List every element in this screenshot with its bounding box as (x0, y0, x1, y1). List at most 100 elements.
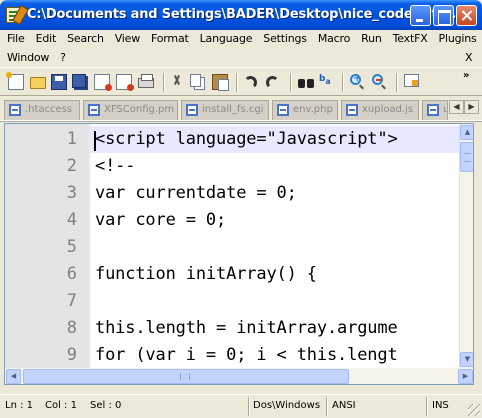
menu-file[interactable]: File (0, 30, 29, 48)
new-file-icon[interactable] (6, 72, 24, 90)
line-number: 4 (66, 210, 77, 230)
menu-search[interactable]: Search (60, 30, 108, 48)
close-file-icon[interactable] (94, 74, 112, 91)
status-bar: Ln : 1 Col : 1 Sel : 0 Dos\Windows ANSI … (0, 394, 482, 418)
tab-label: env.php (293, 104, 333, 115)
status-eol-format: Dos\Windows (253, 400, 321, 411)
code-line[interactable]: 8 this.length = initArray.argume (5, 315, 459, 342)
sync-view-icon[interactable] (404, 74, 419, 87)
line-number: 6 (66, 264, 77, 284)
horizontal-scrollbar[interactable]: ◀ ▶ (4, 368, 474, 385)
close-button[interactable] (456, 5, 477, 26)
tab-env-php[interactable]: env.php (272, 100, 338, 120)
menu-run[interactable]: Run (354, 30, 386, 48)
zoom-out-icon[interactable] (372, 74, 383, 85)
status-column: Col : 1 (45, 400, 77, 411)
toolbar: ba (0, 67, 482, 96)
code-line[interactable]: 9 for (var i = 0; i < this.lengt (5, 342, 459, 368)
tab-install-fs[interactable]: install_fs.cgi (181, 100, 269, 120)
vertical-scrollbar[interactable]: ▲ ▼ (459, 124, 473, 368)
document-tab-bar: .htaccess XFSConfig.pm install_fs.cgi en… (0, 97, 482, 122)
tab-htaccess[interactable]: .htaccess (4, 100, 80, 120)
line-number: 9 (66, 345, 77, 365)
code-line[interactable]: 4 var core = 0; (5, 207, 459, 234)
menu-window[interactable]: Window (0, 49, 53, 67)
code-line[interactable]: 2 <!-- (5, 153, 459, 180)
scroll-up-button[interactable]: ▲ (460, 125, 473, 140)
status-encoding: ANSI (332, 400, 356, 411)
open-folder-icon[interactable] (30, 77, 46, 89)
menu-textfx[interactable]: TextFX (386, 30, 432, 48)
menu-language[interactable]: Language (193, 30, 257, 48)
status-line: Ln : 1 (5, 400, 33, 411)
title-bar[interactable]: C:\Documents and Settings\BADER\Desktop\… (0, 0, 482, 30)
code-text[interactable]: <script language="Javascript"> (95, 129, 398, 149)
horizontal-scroll-thumb[interactable] (23, 369, 349, 384)
redo-icon[interactable] (266, 76, 279, 89)
line-number: 8 (66, 318, 77, 338)
code-line-current[interactable]: 1 <script language="Javascript"> (5, 126, 459, 153)
tab-scroll-right-button[interactable]: ▶ (464, 100, 479, 114)
find-icon[interactable] (298, 74, 314, 90)
file-tab-icon (346, 104, 358, 116)
toolbar-separator (290, 73, 292, 92)
code-text[interactable]: this.length = initArray.argume (95, 318, 398, 338)
tab-label: install_fs.cgi (202, 104, 264, 115)
code-line[interactable]: 3 var currentdate = 0; (5, 180, 459, 207)
line-number: 5 (66, 237, 77, 257)
code-text[interactable]: var core = 0; (95, 210, 226, 230)
code-editor[interactable]: 1 <script language="Javascript"> 2 <!-- … (4, 123, 474, 369)
minimize-button[interactable] (410, 5, 431, 26)
status-divider (426, 397, 428, 416)
tab-partial[interactable]: u (422, 100, 448, 120)
notepad-plus-plus-icon[interactable] (6, 7, 22, 23)
line-number: 3 (66, 183, 77, 203)
menu-help[interactable]: ? (53, 49, 70, 67)
code-line[interactable]: 6 function initArray() { (5, 261, 459, 288)
tab-xupload[interactable]: xupload.js (341, 100, 419, 120)
file-tab-icon (9, 104, 21, 116)
scroll-left-button[interactable]: ◀ (6, 369, 21, 384)
code-text[interactable]: var currentdate = 0; (95, 183, 297, 203)
resize-grip[interactable] (468, 404, 480, 416)
menu-format[interactable]: Format (144, 30, 193, 48)
code-line[interactable]: 7 (5, 288, 459, 315)
menu-macro[interactable]: Macro (311, 30, 354, 48)
undo-icon[interactable] (244, 76, 257, 89)
tab-bar-divider (0, 120, 482, 122)
zoom-in-icon[interactable] (350, 73, 361, 85)
tab-xfsconfig[interactable]: XFSConfig.pm (83, 100, 178, 120)
tab-label: xupload.js (362, 104, 414, 115)
scroll-down-button[interactable]: ▼ (460, 352, 473, 367)
scroll-right-button[interactable]: ▶ (458, 369, 473, 384)
code-line[interactable]: 5 (5, 234, 459, 261)
line-number: 1 (5, 126, 89, 153)
tab-label: u (443, 104, 447, 115)
toolbar-separator (163, 73, 165, 92)
file-tab-icon (427, 104, 439, 116)
toolbar-separator (396, 73, 398, 92)
code-text[interactable]: function initArray() { (95, 264, 317, 284)
menu-plugins[interactable]: Plugins (432, 30, 481, 48)
maximize-button[interactable] (433, 5, 454, 26)
vertical-scroll-thumb[interactable] (460, 142, 473, 172)
close-all-icon[interactable] (116, 74, 134, 91)
save-all-icon[interactable] (72, 74, 86, 88)
toolbar-overflow-icon[interactable]: » (463, 70, 470, 81)
menu-view[interactable]: View (108, 30, 144, 48)
menu-settings[interactable]: Settings (256, 30, 311, 48)
status-divider (248, 397, 250, 416)
code-text[interactable]: <!-- (95, 156, 135, 176)
code-text[interactable]: for (var i = 0; i < this.lengt (95, 345, 398, 365)
save-icon[interactable] (51, 74, 67, 90)
replace-icon[interactable]: ba (319, 74, 335, 90)
tab-scroll-left-button[interactable]: ◀ (449, 100, 464, 114)
print-icon[interactable] (138, 74, 154, 88)
paste-icon[interactable] (212, 74, 229, 91)
status-selection: Sel : 0 (90, 400, 122, 411)
copy-icon[interactable] (190, 74, 201, 87)
cut-icon[interactable] (169, 74, 185, 90)
close-document-button[interactable]: X (465, 51, 473, 64)
menu-edit[interactable]: Edit (29, 30, 61, 48)
tab-label: .htaccess (25, 104, 73, 115)
